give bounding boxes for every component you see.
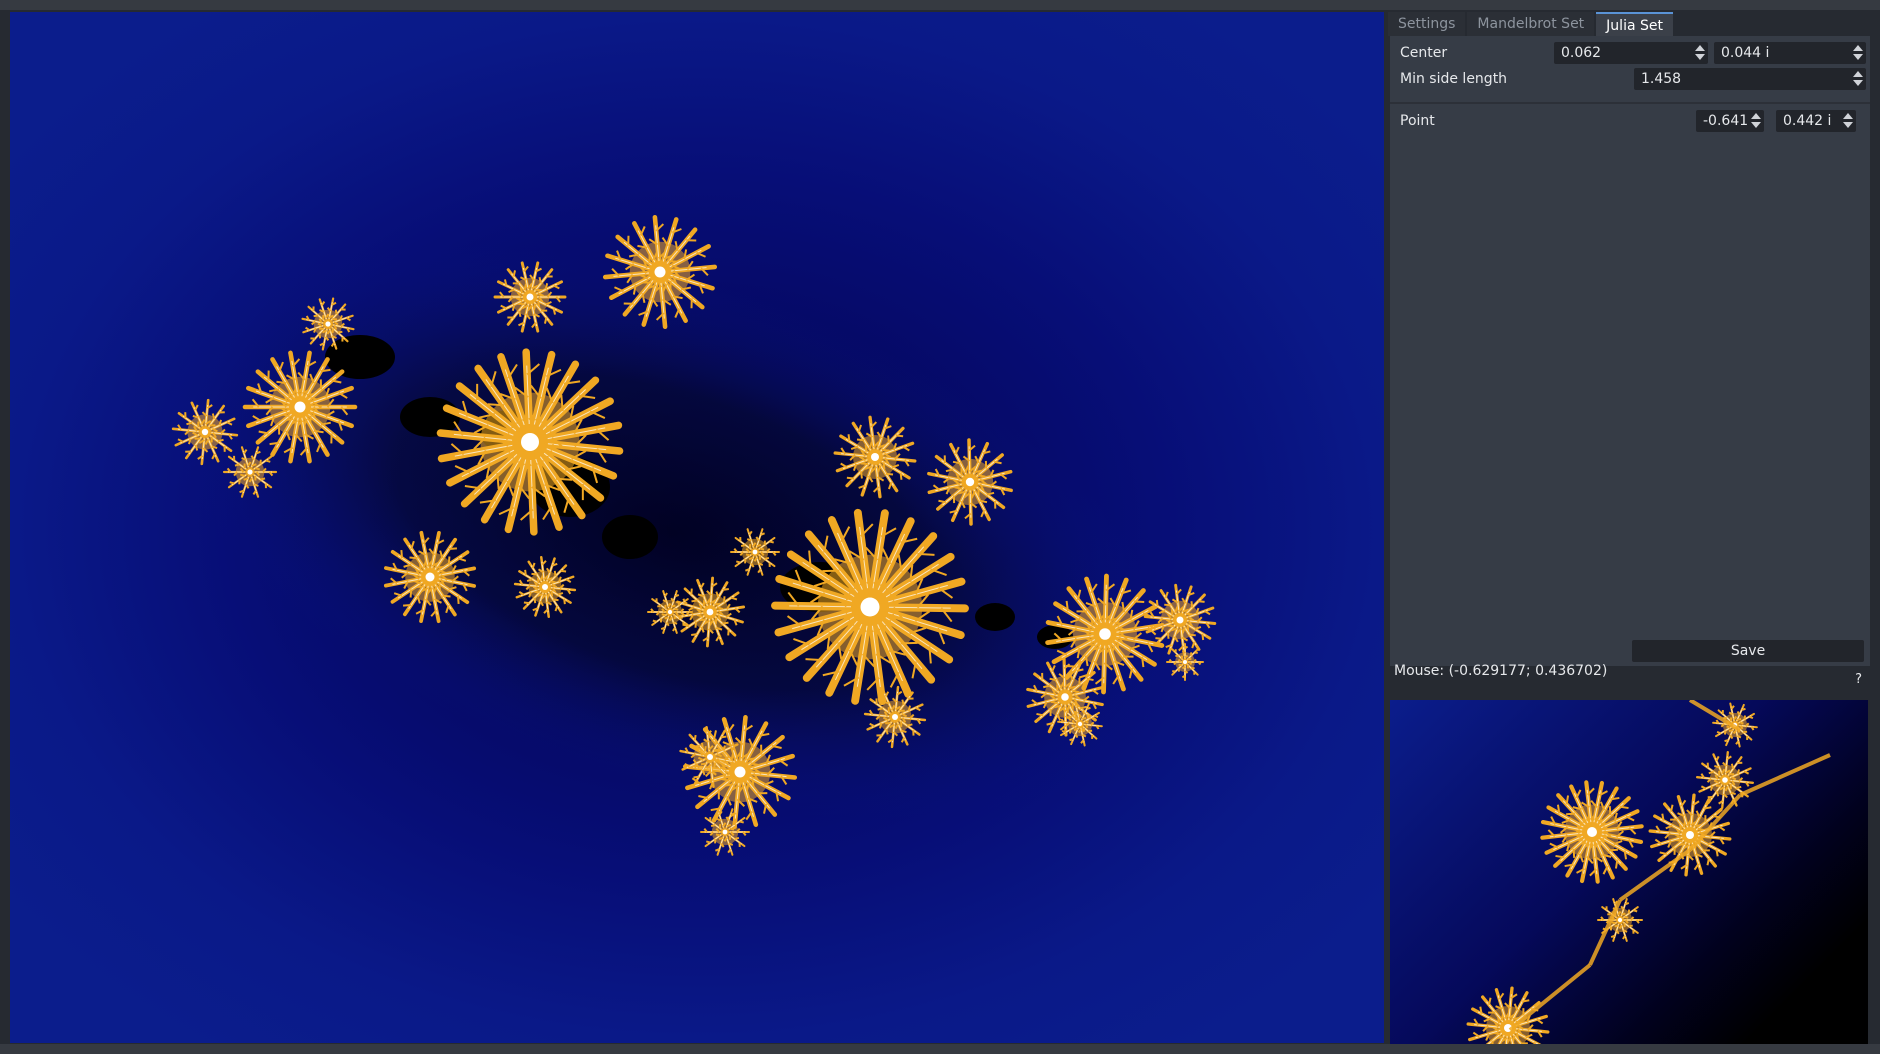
fractal-interior — [325, 335, 395, 379]
spinbox-arrows-icon[interactable] — [1750, 111, 1761, 131]
mouse-coordinates: Mouse: (-0.629177; 0.436702) — [1394, 663, 1608, 679]
min-side-label: Min side length — [1400, 71, 1508, 87]
spinbox-arrows-icon[interactable] — [1852, 43, 1863, 63]
help-button[interactable]: ? — [1855, 672, 1862, 687]
window-bottom-border — [0, 1044, 1880, 1054]
center-label: Center — [1400, 45, 1448, 61]
tab-settings[interactable]: Settings — [1388, 12, 1466, 36]
fractal-spiral — [1695, 750, 1755, 810]
fractal-filament — [1508, 963, 1592, 1032]
fractal-spiral — [1540, 780, 1644, 884]
center-imag-spinbox[interactable]: 0.044 i — [1714, 42, 1866, 64]
preview-fractal-render — [1466, 700, 1831, 1044]
min-side-value: 1.458 — [1641, 71, 1682, 87]
julia-settings-pane: Center 0.062 0.044 i Min side length 1.4… — [1390, 36, 1870, 666]
fractal-spiral — [1166, 643, 1204, 681]
fractal-spiral — [1466, 986, 1550, 1044]
center-row: Center 0.062 0.044 i — [1390, 40, 1870, 66]
fractal-interior — [975, 603, 1015, 631]
divider — [1390, 102, 1870, 104]
side-panel: Settings Mandelbrot Set Julia Set Center… — [1388, 10, 1872, 1044]
point-imag-spinbox[interactable]: 0.442 i — [1776, 110, 1856, 132]
mandelbrot-preview[interactable] — [1390, 700, 1868, 1044]
center-real-spinbox[interactable]: 0.062 — [1554, 42, 1708, 64]
center-real-value: 0.062 — [1561, 45, 1602, 61]
min-side-row: Min side length 1.458 — [1390, 66, 1870, 92]
spinbox-arrows-icon[interactable] — [1842, 111, 1853, 131]
fractal-spiral — [1648, 793, 1732, 877]
min-side-spinbox[interactable]: 1.458 — [1634, 68, 1866, 90]
point-label: Point — [1400, 113, 1435, 129]
spinbox-arrows-icon[interactable] — [1852, 69, 1863, 89]
fractal-interior — [602, 515, 658, 559]
julia-set-canvas[interactable] — [10, 12, 1384, 1043]
tab-mandelbrot-set[interactable]: Mandelbrot Set — [1467, 12, 1595, 36]
fractal-spiral — [700, 808, 750, 856]
spinbox-arrows-icon[interactable] — [1694, 43, 1705, 63]
save-button[interactable]: Save — [1632, 640, 1864, 662]
point-real-value: -0.641 — [1703, 113, 1749, 129]
point-real-spinbox[interactable]: -0.641 — [1696, 110, 1764, 132]
fractal-filament — [1739, 753, 1831, 797]
tab-julia-set[interactable]: Julia Set — [1596, 12, 1673, 36]
point-row: Point -0.641 0.442 i — [1390, 108, 1870, 134]
julia-fractal-render — [169, 214, 1217, 856]
fractal-filament — [1618, 848, 1692, 902]
window-top-border — [0, 0, 1880, 10]
tab-bar: Settings Mandelbrot Set Julia Set — [1388, 12, 1675, 36]
point-imag-value: 0.442 i — [1783, 113, 1832, 129]
center-imag-value: 0.044 i — [1721, 45, 1770, 61]
